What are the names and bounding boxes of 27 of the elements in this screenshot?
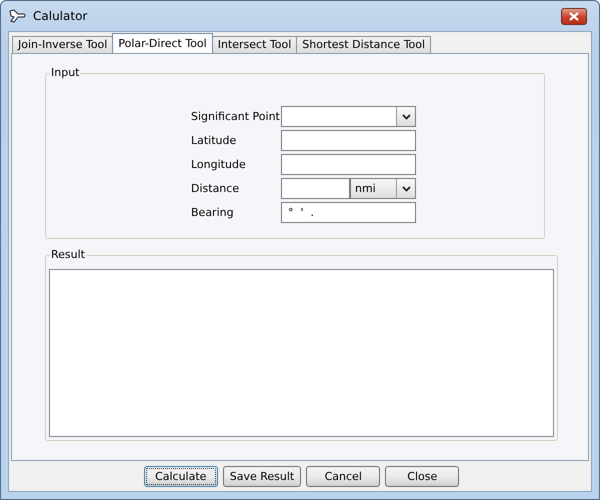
field-label: Longitude (191, 158, 247, 171)
field-label: Distance (191, 182, 240, 195)
group-legend: Result (50, 249, 86, 261)
chevron-down-icon (402, 114, 410, 120)
field-label: Bearing (191, 206, 235, 219)
dropdown[interactable] (281, 106, 416, 127)
input-field[interactable]: ° ' . (281, 202, 416, 223)
input-field[interactable] (281, 178, 350, 199)
input-field[interactable] (281, 130, 416, 151)
tab[interactable]: Polar-Direct Tool (112, 33, 213, 53)
airplane-icon (9, 8, 27, 24)
unit-dropdown[interactable]: nmi (350, 178, 416, 199)
dialog-button[interactable]: Save Result (222, 466, 302, 486)
field-label: Latitude (191, 134, 238, 147)
input-field[interactable] (281, 154, 416, 175)
tab[interactable]: Shortest Distance Tool (296, 36, 432, 53)
dialog-button[interactable]: Close (385, 466, 460, 486)
field-label: Significant Point (191, 110, 281, 123)
group-legend: Input (50, 67, 80, 79)
tab[interactable]: Join-Inverse Tool (12, 36, 114, 53)
dialog-button[interactable]: Cancel (306, 466, 380, 486)
tab[interactable]: Intersect Tool (212, 36, 298, 53)
close-icon (569, 12, 579, 20)
chevron-down-icon (402, 186, 410, 192)
window-title: Calulator (33, 9, 88, 23)
dialog-button[interactable]: Calculate (144, 466, 218, 486)
close-button[interactable] (561, 8, 587, 24)
